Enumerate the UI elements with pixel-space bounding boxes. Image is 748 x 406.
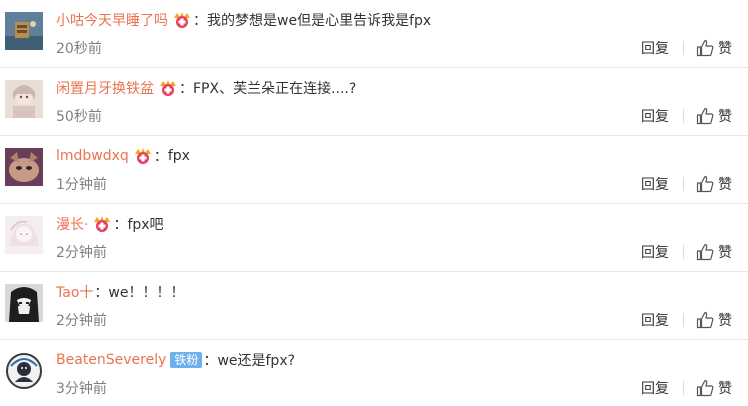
comment-item: BeatenSeverely 铁粉 ： we还是fpx? 3分钟前 回复 赞 xyxy=(0,340,748,406)
comment-text: we还是fpx? xyxy=(217,353,296,369)
reply-button[interactable]: 回复 xyxy=(641,310,669,330)
thumbs-up-icon xyxy=(696,39,714,57)
colon: ： xyxy=(113,217,128,233)
like-button[interactable]: 赞 xyxy=(696,242,732,262)
divider xyxy=(683,313,684,327)
username-link[interactable]: 小咕今天早睡了吗 xyxy=(56,10,168,30)
avatar[interactable] xyxy=(5,216,43,254)
like-label: 赞 xyxy=(718,381,732,397)
like-button[interactable]: 赞 xyxy=(696,378,732,398)
like-button[interactable]: 赞 xyxy=(696,106,732,126)
like-button[interactable]: 赞 xyxy=(696,174,732,194)
username-link[interactable]: Tao十 xyxy=(56,282,93,302)
username-link[interactable]: 漫长· xyxy=(56,214,88,234)
comment-time: 20秒前 xyxy=(56,41,102,57)
colon: ： xyxy=(193,13,207,29)
comment-text: we！！！！ xyxy=(108,285,185,301)
comment-text: 我的梦想是we但是心里告诉我是fpx xyxy=(207,13,432,29)
divider xyxy=(683,177,684,191)
thumbs-up-icon xyxy=(696,175,714,193)
thumbs-up-icon xyxy=(696,107,714,125)
fan-badge: 铁粉 xyxy=(170,352,203,368)
comment-item: 漫长· ： fpx吧 2分钟前 回复 赞 xyxy=(0,204,748,272)
comment-text: FPX、芙兰朵正在连接....? xyxy=(193,81,357,97)
colon: ： xyxy=(203,353,218,369)
reply-button[interactable]: 回复 xyxy=(641,242,669,262)
like-label: 赞 xyxy=(718,245,732,261)
avatar[interactable] xyxy=(5,12,43,50)
reply-button[interactable]: 回复 xyxy=(641,378,669,398)
vip-crown-icon xyxy=(158,79,178,97)
divider xyxy=(683,41,684,55)
reply-button[interactable]: 回复 xyxy=(641,38,669,58)
comment-time: 2分钟前 xyxy=(56,245,107,261)
vip-crown-icon xyxy=(92,215,112,233)
avatar[interactable] xyxy=(5,284,43,322)
comment-item: Tao十 ： we！！！！ 2分钟前 回复 赞 xyxy=(0,272,748,340)
avatar[interactable] xyxy=(5,148,43,186)
comment-time: 50秒前 xyxy=(56,109,102,125)
like-button[interactable]: 赞 xyxy=(696,38,732,58)
like-label: 赞 xyxy=(718,313,732,329)
comment-time: 2分钟前 xyxy=(56,313,107,329)
thumbs-up-icon xyxy=(696,379,714,397)
divider xyxy=(683,245,684,259)
avatar[interactable] xyxy=(5,352,43,390)
comment-item: 小咕今天早睡了吗 ： 我的梦想是we但是心里告诉我是fpx 20秒前 回复 赞 xyxy=(0,0,748,68)
username-link[interactable]: BeatenSeverely xyxy=(56,352,166,368)
comment-list: 小咕今天早睡了吗 ： 我的梦想是we但是心里告诉我是fpx 20秒前 回复 赞 … xyxy=(0,0,748,406)
divider xyxy=(683,381,684,395)
reply-button[interactable]: 回复 xyxy=(641,106,669,126)
username-link[interactable]: 闲置月牙换铁盆 xyxy=(56,78,154,98)
colon: ： xyxy=(94,285,109,301)
comment-item: 闲置月牙换铁盆 ： FPX、芙兰朵正在连接....? 50秒前 回复 赞 xyxy=(0,68,748,136)
vip-crown-icon xyxy=(133,147,153,165)
like-label: 赞 xyxy=(718,41,732,57)
thumbs-up-icon xyxy=(696,311,714,329)
comment-time: 1分钟前 xyxy=(56,177,107,193)
comment-item: lmdbwdxq ： fpx 1分钟前 回复 赞 xyxy=(0,136,748,204)
divider xyxy=(683,109,684,123)
like-label: 赞 xyxy=(718,109,732,125)
thumbs-up-icon xyxy=(696,243,714,261)
reply-button[interactable]: 回复 xyxy=(641,174,669,194)
avatar[interactable] xyxy=(5,80,43,118)
vip-crown-icon xyxy=(172,11,192,29)
colon: ： xyxy=(179,81,193,97)
like-label: 赞 xyxy=(718,177,732,193)
like-button[interactable]: 赞 xyxy=(696,310,732,330)
comment-time: 3分钟前 xyxy=(56,381,107,397)
username-link[interactable]: lmdbwdxq xyxy=(56,148,129,164)
comment-text: fpx xyxy=(167,148,190,164)
colon: ： xyxy=(153,149,168,165)
comment-text: fpx吧 xyxy=(127,217,164,233)
